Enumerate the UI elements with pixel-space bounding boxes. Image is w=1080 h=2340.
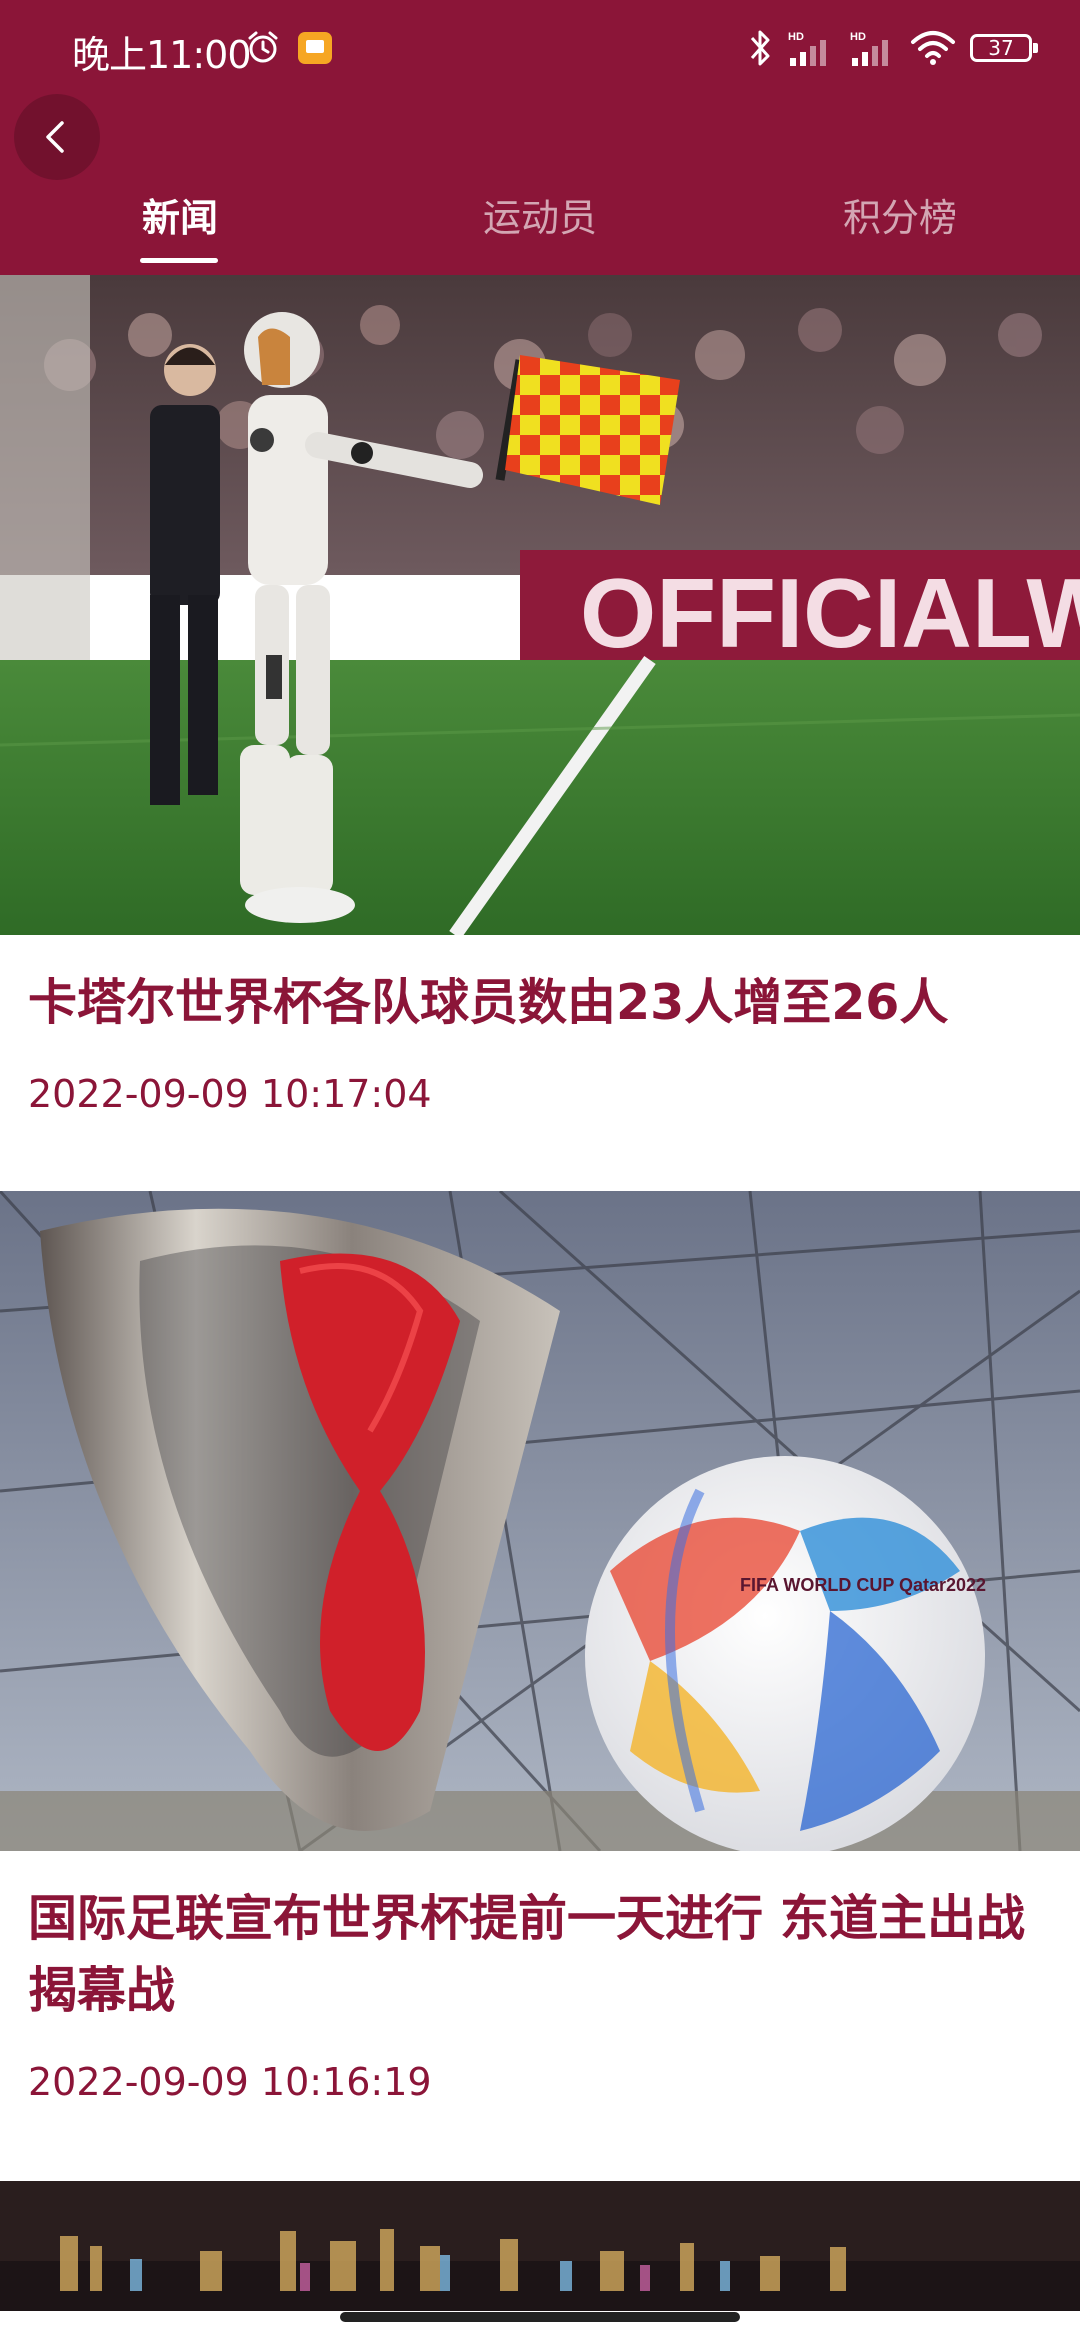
banner-text: OFFICIALW (580, 558, 1080, 668)
news-body: 国际足联宣布世界杯提前一天进行 东道主出战揭幕战 2022-09-09 10:1… (0, 1851, 1080, 2105)
active-tab-indicator (140, 258, 218, 263)
news-image[interactable]: FIFA WORLD CUP Qatar2022 (0, 1191, 1080, 1851)
tab-bar: 新闻 运动员 积分榜 (0, 180, 1080, 275)
news-timestamp: 2022-09-09 10:16:19 (28, 2060, 432, 2104)
news-image[interactable] (0, 2181, 1080, 2311)
news-title[interactable]: 卡塔尔世界杯各队球员数由23人增至26人 (28, 935, 1052, 1039)
bluetooth-icon (750, 30, 770, 66)
news-card[interactable] (0, 2181, 1080, 2311)
city-skyline-photo (0, 2181, 1080, 2311)
news-image[interactable]: OFFICIALW (0, 275, 1080, 935)
battery-icon: 37 (970, 34, 1038, 62)
news-body: 卡塔尔世界杯各队球员数由23人增至26人 2022-09-09 10:17:04 (0, 935, 1080, 1117)
chevron-left-icon (46, 121, 64, 153)
news-screen: 晚上11:00 HD HD 37 新闻 运动员 积分榜 OFFICIALW 卡塔… (0, 0, 1080, 2340)
svg-text:HD: HD (788, 31, 804, 43)
signal-hd-icon: HD (850, 31, 888, 66)
news-card[interactable]: OFFICIALW 卡塔尔世界杯各队球员数由23人增至26人 2022-09-0… (0, 275, 1080, 1191)
news-card[interactable]: FIFA WORLD CUP Qatar2022 国际足联宣布世界杯提前一天进行… (0, 1191, 1080, 2181)
world-cup-ball-photo: FIFA WORLD CUP Qatar2022 (0, 1191, 1080, 1851)
signal-hd-icon: HD (788, 31, 826, 66)
tab-standings[interactable]: 积分榜 (720, 180, 1080, 275)
home-indicator[interactable] (340, 2312, 740, 2322)
tab-athletes[interactable]: 运动员 (360, 180, 720, 275)
news-timestamp: 2022-09-09 10:17:04 (28, 1072, 432, 1116)
news-title[interactable]: 国际足联宣布世界杯提前一天进行 东道主出战揭幕战 (28, 1851, 1052, 2027)
news-list: OFFICIALW 卡塔尔世界杯各队球员数由23人增至26人 2022-09-0… (0, 275, 1080, 2311)
robot-linesman-photo: OFFICIALW (0, 275, 1080, 935)
wifi-icon (911, 31, 955, 65)
alarm-icon (248, 31, 278, 63)
ball-text: FIFA WORLD CUP Qatar2022 (740, 1575, 986, 1595)
svg-text:HD: HD (850, 31, 866, 43)
back-button[interactable] (14, 94, 100, 180)
status-icons: HD HD 37 (748, 26, 1038, 70)
app-header: 晚上11:00 HD HD 37 新闻 运动员 积分榜 (0, 0, 1080, 275)
status-bar: 晚上11:00 HD HD 37 (0, 0, 1080, 95)
status-time: 晚上11:00 (72, 33, 252, 77)
notification-icon (298, 32, 332, 64)
